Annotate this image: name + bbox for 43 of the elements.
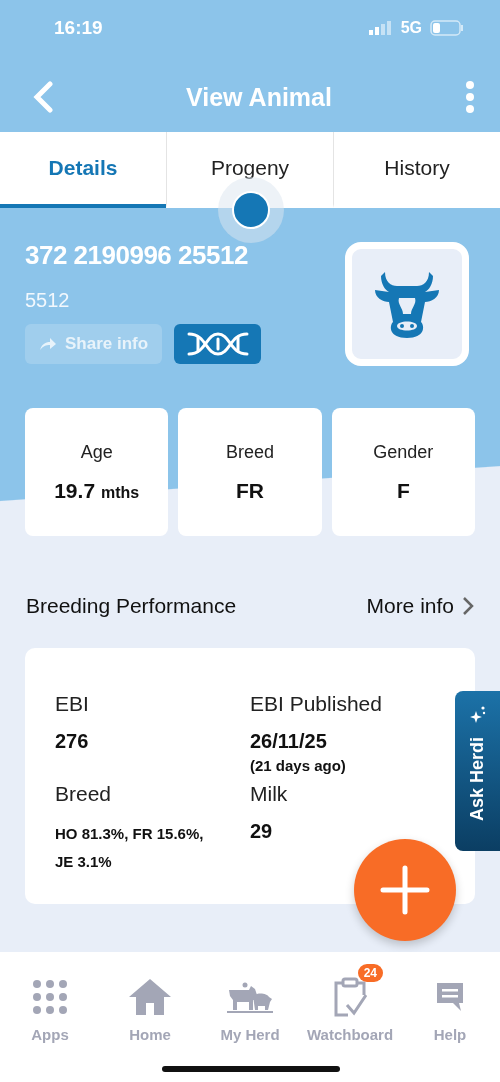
more-options-icon[interactable] xyxy=(464,81,476,113)
apps-grid-icon xyxy=(32,979,68,1015)
sparkle-icon xyxy=(469,705,486,723)
signal-icon xyxy=(368,21,393,35)
field-label: EBI Published xyxy=(250,692,383,716)
stat-value: F xyxy=(396,478,410,503)
field-label: EBI xyxy=(55,692,90,716)
battery-icon xyxy=(430,20,464,36)
plus-icon xyxy=(380,865,430,915)
network-label: 5G xyxy=(400,19,422,37)
more-info-link[interactable]: More info xyxy=(366,594,474,618)
clipboard-check-icon xyxy=(333,977,367,1017)
nav-item[interactable]: 24 Watchboard xyxy=(300,962,400,1043)
field-value: 29 xyxy=(250,820,274,843)
field-label: Milk xyxy=(250,782,289,806)
nav-item[interactable]: Help xyxy=(400,962,500,1043)
animal-short-id: 5512 xyxy=(25,289,71,312)
stat-value: FR xyxy=(236,478,264,503)
status-time: 16:19 xyxy=(54,17,103,39)
dna-button[interactable] xyxy=(174,324,262,364)
nav-item[interactable]: My Herd xyxy=(200,962,300,1043)
field-label: Breed xyxy=(55,782,113,806)
ask-assistant-tab[interactable]: Ask Herdi xyxy=(455,691,500,851)
section-title: Breeding Performance xyxy=(26,594,237,618)
home-icon xyxy=(128,977,172,1017)
field-value: 276 xyxy=(55,730,90,753)
stat-label: Gender xyxy=(373,441,434,463)
stat-label: Breed xyxy=(225,441,274,463)
stat-value: 19.7 mths xyxy=(54,478,140,503)
share-arrow-icon xyxy=(39,337,57,351)
animal-tag-number: 372 2190996 25512 xyxy=(25,240,249,271)
field-value: HO 81.3%, FR 15.6%, JE 3.1% xyxy=(55,824,205,872)
stat-label: Age xyxy=(80,441,113,463)
nav-item[interactable]: Home xyxy=(100,962,200,1043)
field-note: (21 days ago) xyxy=(250,757,347,774)
screen-title: View Animal xyxy=(186,82,332,112)
back-icon[interactable] xyxy=(32,81,54,113)
count-badge: 24 xyxy=(357,964,383,982)
cow-and-pig-icon xyxy=(227,980,273,1014)
chevron-right-icon xyxy=(462,596,474,616)
chat-message-icon xyxy=(435,981,465,1013)
nav-item[interactable]: Apps xyxy=(0,962,100,1043)
field-value: 26/11/25 xyxy=(250,730,328,753)
